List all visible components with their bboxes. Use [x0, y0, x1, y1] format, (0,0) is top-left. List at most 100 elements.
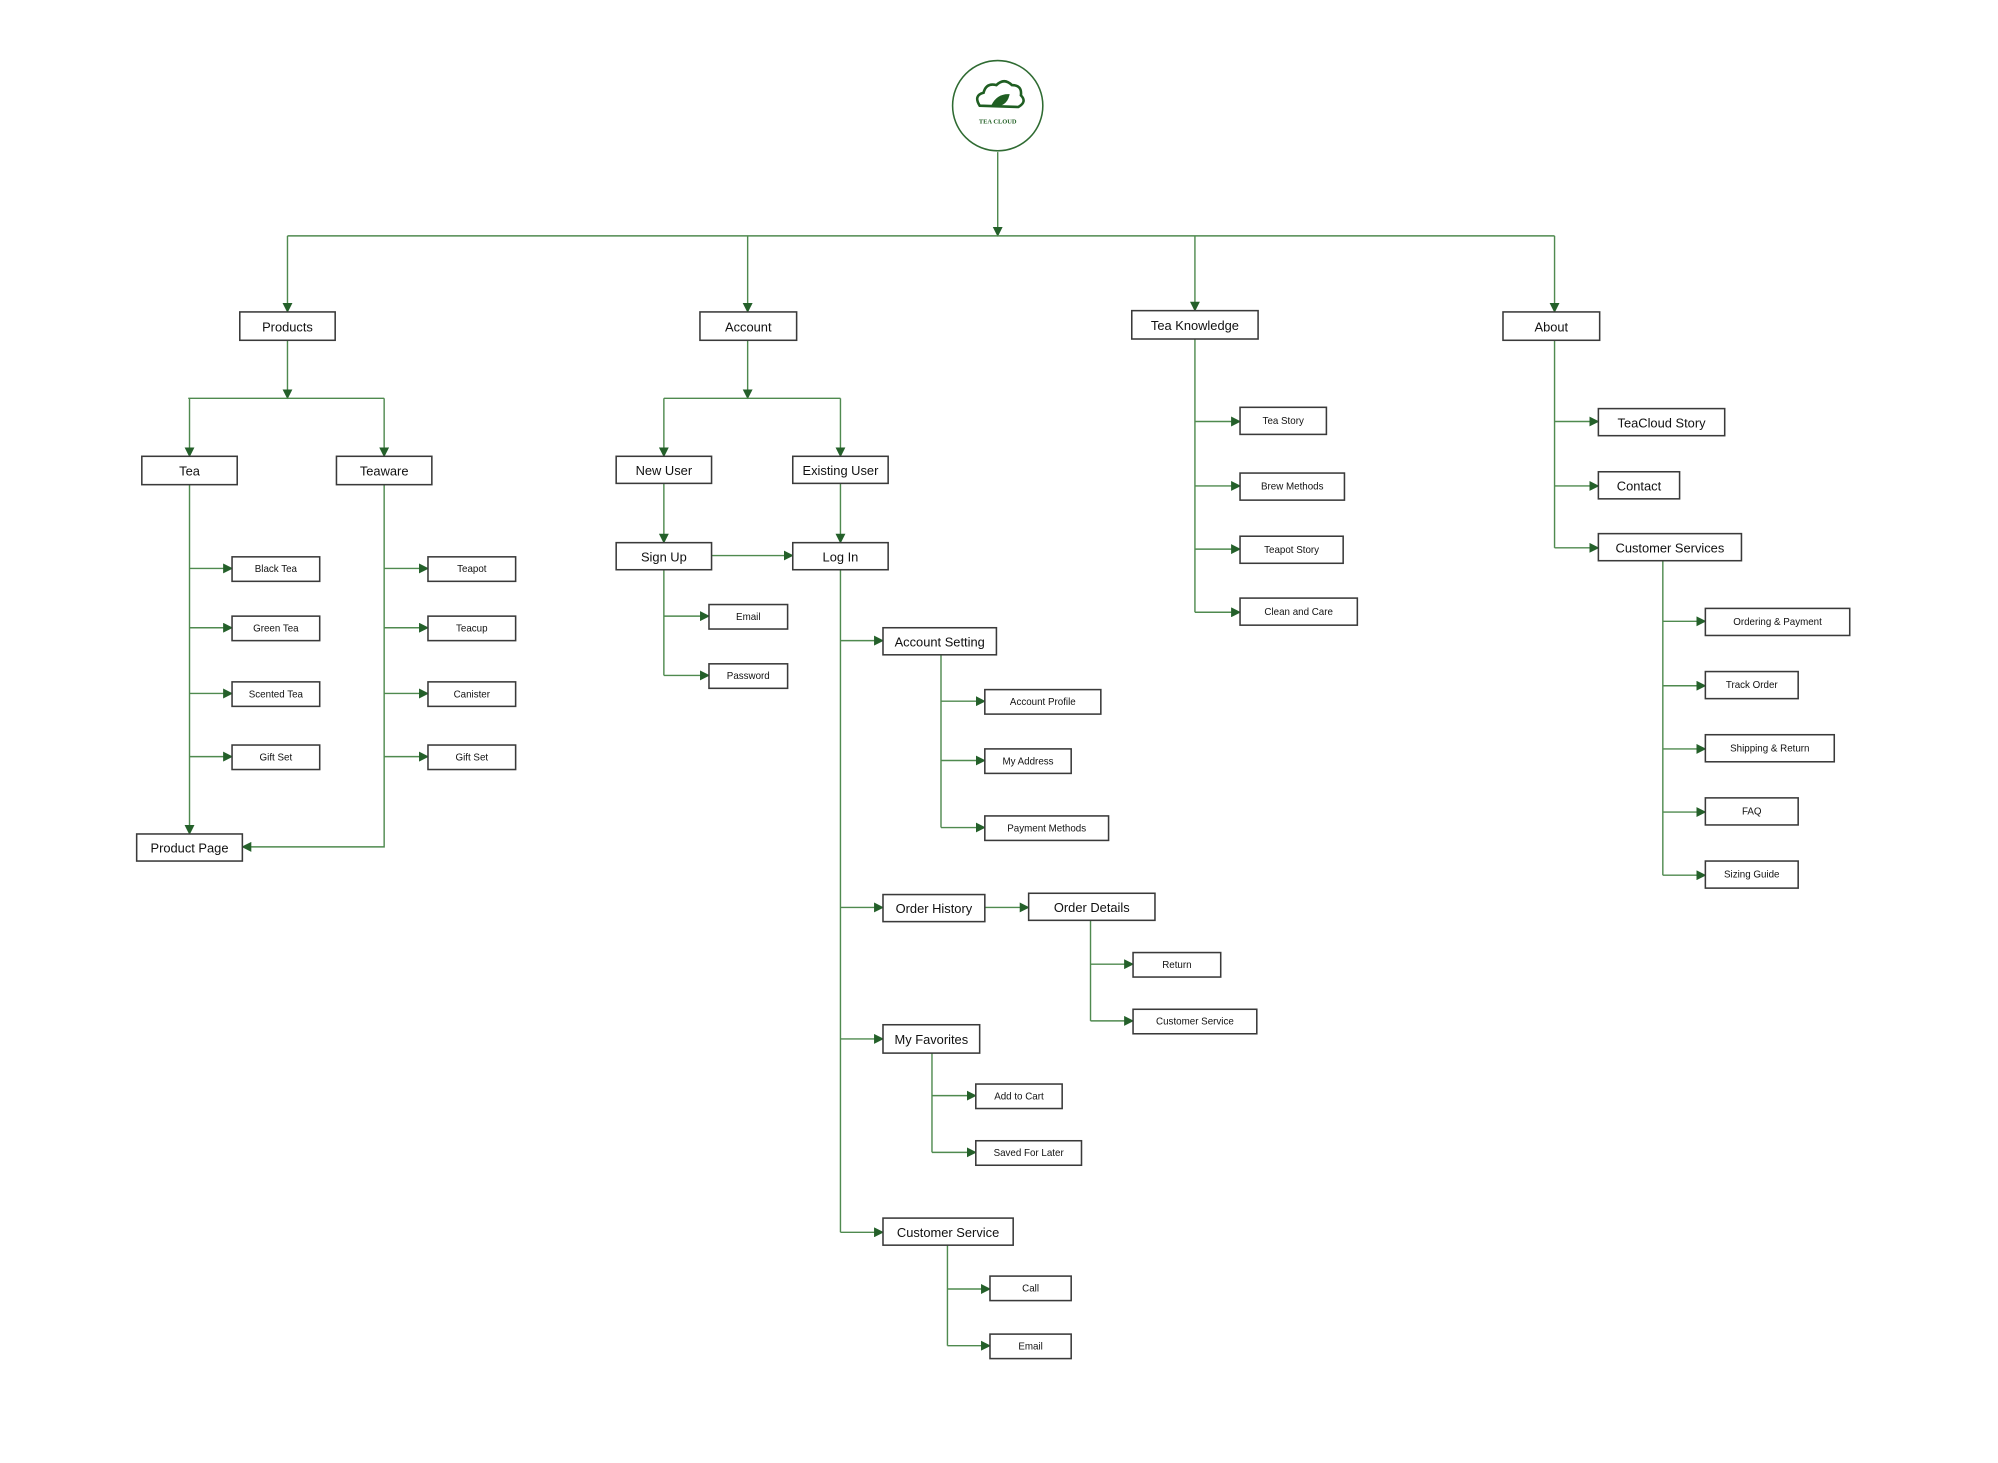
node-account: Account [699, 311, 798, 342]
node-label: Account [725, 319, 772, 334]
node-teaware: Teaware [335, 455, 433, 486]
node-label: Scented Tea [249, 689, 304, 700]
node-brew-methods: Brew Methods [1239, 472, 1346, 501]
node-about: About [1502, 311, 1601, 342]
node-product-page: Product Page [135, 833, 244, 862]
node-label: Gift Set [455, 752, 488, 763]
node-label: Ordering & Payment [1733, 617, 1822, 628]
node-label: Green Tea [253, 624, 299, 635]
logo-text: TEA CLOUD [979, 119, 1017, 126]
node-tea-story: Tea Story [1239, 406, 1328, 436]
node-label: Gift Set [260, 752, 293, 763]
node-label: My Favorites [894, 1032, 968, 1047]
node-label: Order Details [1054, 900, 1130, 915]
node-return: Return [1132, 951, 1222, 978]
node-black-tea: Black Tea [231, 556, 321, 583]
node-label: Teaware [360, 464, 409, 479]
node-label: Products [262, 319, 313, 334]
node-scented-tea: Scented Tea [231, 681, 321, 708]
node-label: New User [636, 463, 693, 478]
node-order-history: Order History [882, 893, 986, 923]
node-label: Canister [454, 689, 491, 700]
node-my-address: My Address [984, 748, 1072, 775]
node-shipping-return: Shipping & Return [1704, 733, 1836, 763]
node-existing-user: Existing User [791, 455, 889, 485]
node-label: Payment Methods [1007, 823, 1086, 834]
node-label: Email [1018, 1341, 1042, 1352]
node-canister: Canister [427, 681, 517, 708]
node-tea: Tea [141, 455, 238, 486]
node-my-favorites: My Favorites [882, 1023, 981, 1054]
node-label: My Address [1002, 756, 1053, 767]
node-faq: FAQ [1704, 797, 1799, 826]
node-label: Product Page [151, 841, 229, 856]
node-gift-set-tea: Gift Set [231, 744, 321, 771]
node-payment-methods: Payment Methods [984, 815, 1110, 842]
node-label: Email [736, 612, 760, 623]
node-account-setting: Account Setting [882, 626, 998, 656]
node-new-user: New User [615, 455, 713, 485]
logo-node: TEA CLOUD [951, 59, 1044, 152]
node-label: FAQ [1742, 807, 1762, 818]
node-label: Account Profile [1010, 697, 1076, 708]
node-label: Teapot [457, 564, 487, 575]
node-label: Account Setting [895, 634, 985, 649]
node-contact: Contact [1597, 470, 1681, 500]
node-label: Tea Knowledge [1151, 318, 1239, 333]
node-label: Log In [823, 549, 859, 564]
node-customer-service: Customer Service [882, 1217, 1014, 1246]
node-label: Contact [1617, 478, 1662, 493]
node-label: Shipping & Return [1730, 743, 1809, 754]
node-email-signup: Email [708, 603, 789, 630]
node-order-details: Order Details [1027, 892, 1156, 922]
node-track-order: Track Order [1704, 670, 1799, 700]
node-add-to-cart: Add to Cart [975, 1083, 1063, 1110]
node-label: Customer Services [1616, 540, 1725, 555]
node-label: Saved For Later [994, 1148, 1065, 1159]
node-password: Password [708, 663, 789, 690]
node-teacloud-story: TeaCloud Story [1597, 407, 1726, 437]
connectors [184, 152, 1707, 1351]
node-clean-and-care: Clean and Care [1239, 597, 1359, 626]
node-label: Track Order [1726, 680, 1779, 691]
node-saved-for-later: Saved For Later [975, 1139, 1083, 1167]
node-label: Order History [896, 901, 973, 916]
node-label: Clean and Care [1264, 607, 1333, 618]
node-teapot-story: Teapot Story [1239, 535, 1344, 565]
nodes: Products Tea Teaware Black Tea Green Tea Scen… [135, 309, 1851, 1360]
node-label: TeaCloud Story [1618, 415, 1707, 430]
node-label: Customer Service [1156, 1017, 1234, 1028]
node-customer-services: Customer Services [1597, 532, 1743, 562]
node-label: Password [727, 671, 770, 682]
node-label: Call [1022, 1283, 1039, 1294]
node-label: Brew Methods [1261, 482, 1324, 493]
node-label: About [1535, 319, 1569, 334]
node-label: Tea Story [1263, 416, 1304, 427]
node-call: Call [989, 1275, 1072, 1302]
node-sizing-guide: Sizing Guide [1704, 860, 1799, 889]
node-gift-set-ware: Gift Set [427, 744, 517, 771]
node-products: Products [239, 311, 336, 342]
node-teacup: Teacup [427, 615, 517, 642]
node-teapot: Teapot [427, 556, 517, 583]
node-label: Sizing Guide [1724, 870, 1779, 881]
connector-line [241, 484, 385, 852]
node-label: Customer Service [897, 1225, 999, 1240]
sitemap-diagram: TEA CLOUD Products Tea Teaware Black Tea Gre… [135, 59, 1851, 1360]
node-email-cs: Email [989, 1333, 1072, 1360]
node-label: Teacup [456, 624, 488, 635]
node-ordering-payment: Ordering & Payment [1704, 607, 1851, 637]
node-label: Existing User [803, 463, 880, 478]
node-label: Return [1162, 960, 1191, 971]
node-log-in: Log In [791, 541, 889, 571]
node-sign-up: Sign Up [615, 541, 713, 571]
node-label: Add to Cart [994, 1091, 1044, 1102]
node-label: Sign Up [641, 549, 687, 564]
node-label: Tea [179, 464, 201, 479]
node-green-tea: Green Tea [231, 615, 321, 642]
node-tea-knowledge: Tea Knowledge [1130, 309, 1259, 340]
node-label: Black Tea [255, 564, 298, 575]
node-account-profile: Account Profile [984, 688, 1102, 715]
node-order-customer-service: Customer Service [1132, 1008, 1258, 1035]
node-label: Teapot Story [1264, 545, 1319, 556]
